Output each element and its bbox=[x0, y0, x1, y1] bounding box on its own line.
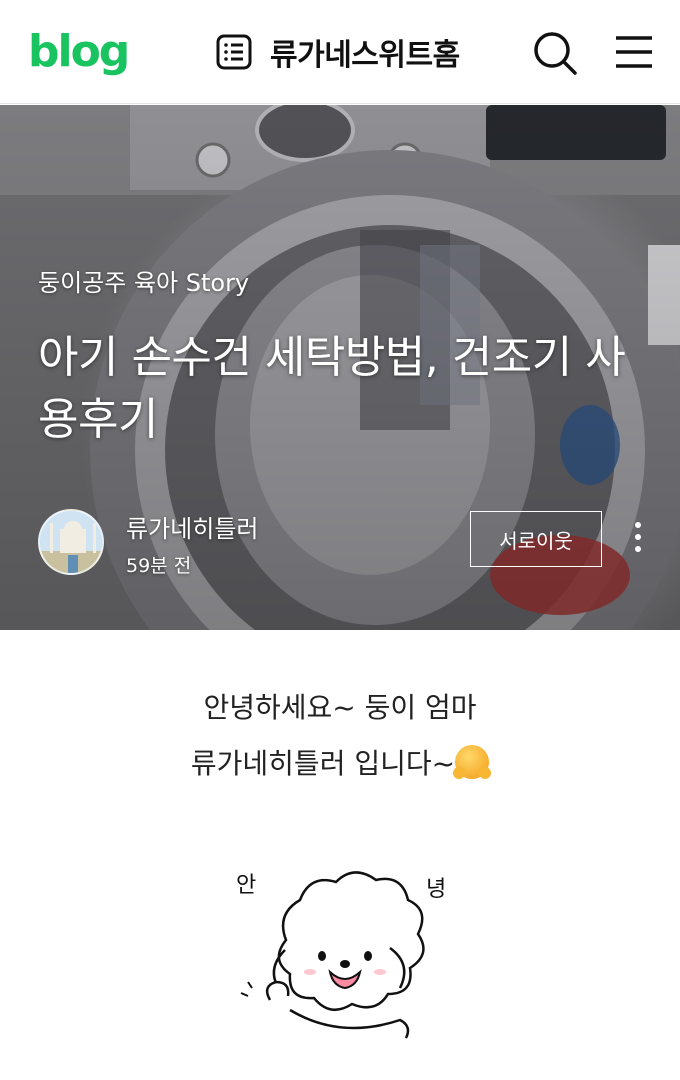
blog-title[interactable]: 류가네스위트홈 bbox=[270, 30, 460, 74]
post-category[interactable]: 둥이공주 육아 Story bbox=[38, 263, 249, 298]
post-title: 아기 손수건 세탁방법, 건조기 사용후기 bbox=[38, 332, 626, 445]
greeting-line-2: 류가네히틀러 입니다~ bbox=[190, 747, 456, 780]
list-icon[interactable] bbox=[216, 34, 252, 70]
puppy-hello-sticker: 안 녕 bbox=[236, 871, 446, 1039]
top-nav-bar: blog 류가네스위트홈 bbox=[0, 0, 680, 104]
greeting-line-2-wrap: 류가네히틀러 입니다~ bbox=[0, 736, 680, 792]
sticker-text-left: 안 bbox=[236, 873, 256, 898]
sticker-text-right: 녕 bbox=[426, 877, 446, 902]
author-avatar[interactable] bbox=[38, 509, 104, 575]
more-options-icon[interactable] bbox=[626, 519, 650, 559]
post-time: 59분 전 bbox=[126, 555, 192, 577]
author-name[interactable]: 류가네히틀러 bbox=[126, 509, 258, 544]
hugging-face-emoji-icon bbox=[453, 745, 492, 779]
blog-logo[interactable]: blog bbox=[28, 24, 130, 80]
blog-title-group[interactable]: 류가네스위트홈 bbox=[216, 30, 460, 74]
post-cover: 둥이공주 육아 Story 아기 손수건 세탁방법, 건조기 사용후기 류가네히… bbox=[0, 105, 680, 630]
greeting-line-1: 안녕하세요~ 둥이 엄마 bbox=[203, 691, 477, 724]
mutual-neighbor-button[interactable]: 서로이웃 bbox=[470, 511, 602, 567]
menu-icon[interactable] bbox=[612, 30, 656, 74]
greeting-text: 안녕하세요~ 둥이 엄마 류가네히틀러 입니다~ bbox=[0, 680, 680, 792]
search-icon[interactable] bbox=[532, 30, 578, 76]
